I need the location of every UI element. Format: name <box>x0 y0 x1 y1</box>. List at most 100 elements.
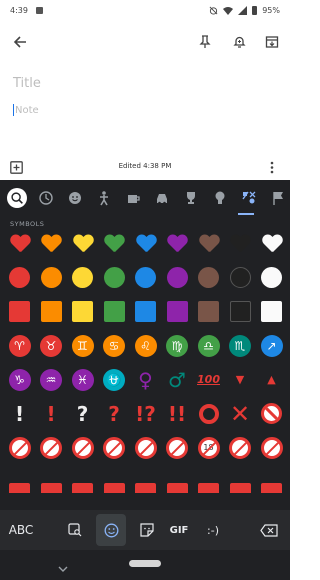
emoji-zodiac-3-2[interactable]: ♊ <box>67 330 98 361</box>
emoji-circle-1-8[interactable] <box>256 262 287 293</box>
emoticon-key[interactable]: :-) <box>200 514 226 546</box>
category-flag[interactable] <box>268 188 288 208</box>
emoji-zodiac-3-5[interactable]: ♍ <box>162 330 193 361</box>
emoji-circle-1-3[interactable] <box>99 262 130 293</box>
emoji-symbol-5-6[interactable] <box>193 398 224 429</box>
emoji-partial[interactable] <box>36 462 67 493</box>
pin-button[interactable] <box>193 30 217 54</box>
emoji-heart-0-7[interactable] <box>225 228 256 259</box>
title-input[interactable]: Title <box>13 76 41 91</box>
emoji-zodiac-3-1[interactable]: ♉ <box>36 330 67 361</box>
emoji-symbol-5-8[interactable] <box>256 398 287 429</box>
emoji-zodiac-3-0[interactable]: ♈ <box>4 330 35 361</box>
category-symbols[interactable] <box>239 188 259 208</box>
emoji-symbol-5-0[interactable]: ! <box>4 398 35 429</box>
gif-key[interactable]: GIF <box>166 514 192 546</box>
emoji-symbol-5-5[interactable]: !! <box>162 398 193 429</box>
emoji-zodiac-3-7[interactable]: ♏ <box>225 330 256 361</box>
emoji-symbol-5-1[interactable]: ! <box>36 398 67 429</box>
category-smiley[interactable] <box>65 188 85 208</box>
emoji-symbol-5-3[interactable]: ? <box>99 398 130 429</box>
sticker-search-key[interactable] <box>62 514 88 546</box>
home-pill[interactable] <box>129 560 161 567</box>
abc-key[interactable]: ABC <box>6 514 36 546</box>
emoji-zodiac-3-6[interactable]: ♎ <box>193 330 224 361</box>
category-coffee[interactable] <box>123 188 143 208</box>
emoji-circle-1-4[interactable] <box>130 262 161 293</box>
emoji-prohibited-6-2[interactable] <box>67 432 98 463</box>
emoji-heart-0-3[interactable] <box>99 228 130 259</box>
emoji-heart-0-4[interactable] <box>130 228 161 259</box>
emoji-circle-1-6[interactable] <box>193 262 224 293</box>
emoji-square-2-5[interactable] <box>162 296 193 327</box>
emoji-zodiac-4-1[interactable]: ♒ <box>36 364 67 395</box>
emoji-circle-1-0[interactable] <box>4 262 35 293</box>
category-clock[interactable] <box>36 188 56 208</box>
emoji-square-2-2[interactable] <box>67 296 98 327</box>
emoji-prohibited-6-7[interactable] <box>225 432 256 463</box>
emoji-heart-0-5[interactable] <box>162 228 193 259</box>
emoji-prohibited-6-3[interactable] <box>99 432 130 463</box>
backspace-key[interactable] <box>256 514 282 546</box>
emoji-partial[interactable] <box>225 462 256 493</box>
archive-button[interactable] <box>260 30 284 54</box>
emoji-heart-0-0[interactable] <box>4 228 35 259</box>
emoji-symbol-5-2[interactable]: ? <box>67 398 98 429</box>
emoji-partial[interactable] <box>130 462 161 493</box>
emoji-circle-1-2[interactable] <box>67 262 98 293</box>
emoji-zodiac-4-3[interactable]: ⛎ <box>99 364 130 395</box>
emoji-circle-1-5[interactable] <box>162 262 193 293</box>
emoji-zodiac-4-6[interactable]: 100 <box>193 364 224 395</box>
emoji-partial[interactable] <box>4 462 35 493</box>
emoji-zodiac-3-4[interactable]: ♌ <box>130 330 161 361</box>
emoji-square-2-8[interactable] <box>256 296 287 327</box>
emoji-zodiac-4-8[interactable]: ▲ <box>256 364 287 395</box>
emoji-heart-0-1[interactable] <box>36 228 67 259</box>
category-bulb[interactable] <box>210 188 230 208</box>
emoji-prohibited-6-5[interactable] <box>162 432 193 463</box>
category-trophy[interactable] <box>181 188 201 208</box>
emoji-zodiac-4-4[interactable]: ♀ <box>130 364 161 395</box>
emoji-partial[interactable] <box>99 462 130 493</box>
sticker-key[interactable] <box>134 514 160 546</box>
emoji-prohibited-6-1[interactable] <box>36 432 67 463</box>
emoji-square-2-4[interactable] <box>130 296 161 327</box>
emoji-partial[interactable] <box>67 462 98 493</box>
emoji-zodiac-4-5[interactable]: ♂ <box>162 364 193 395</box>
emoji-circle-1-1[interactable] <box>36 262 67 293</box>
emoji-square-2-3[interactable] <box>99 296 130 327</box>
emoji-partial[interactable] <box>193 462 224 493</box>
reminder-button[interactable] <box>227 30 251 54</box>
emoji-heart-0-2[interactable] <box>67 228 98 259</box>
emoji-prohibited-6-6[interactable]: 18 <box>193 432 224 463</box>
emoji-square-2-0[interactable] <box>4 296 35 327</box>
more-options-button[interactable] <box>270 159 274 178</box>
hide-keyboard-button[interactable] <box>58 558 68 577</box>
category-car[interactable] <box>152 188 172 208</box>
emoji-symbol-5-7[interactable]: ✕ <box>225 398 256 429</box>
emoji-circle-1-7[interactable] <box>225 262 256 293</box>
emoji-square-2-1[interactable] <box>36 296 67 327</box>
emoji-zodiac-4-7[interactable]: ▼ <box>225 364 256 395</box>
emoji-heart-0-6[interactable] <box>193 228 224 259</box>
emoji-square-2-7[interactable] <box>225 296 256 327</box>
emoji-partial[interactable] <box>162 462 193 493</box>
emoji-zodiac-3-8[interactable]: ↗ <box>256 330 287 361</box>
heart-icon <box>230 235 250 253</box>
emoji-prohibited-6-4[interactable] <box>130 432 161 463</box>
emoji-heart-0-8[interactable] <box>256 228 287 259</box>
emoji-zodiac-4-2[interactable]: ♓ <box>67 364 98 395</box>
emoji-square-2-6[interactable] <box>193 296 224 327</box>
emoji-prohibited-6-0[interactable] <box>4 432 35 463</box>
emoji-prohibited-6-8[interactable] <box>256 432 287 463</box>
emoji-symbol-5-4[interactable]: !? <box>130 398 161 429</box>
circle-icon <box>261 267 282 288</box>
back-button[interactable] <box>8 30 32 54</box>
emoji-key[interactable] <box>96 514 126 546</box>
note-input[interactable]: Note <box>13 104 39 116</box>
category-search[interactable] <box>7 188 27 208</box>
category-person[interactable] <box>94 188 114 208</box>
emoji-zodiac-3-3[interactable]: ♋ <box>99 330 130 361</box>
emoji-partial[interactable] <box>256 462 287 493</box>
emoji-zodiac-4-0[interactable]: ♑ <box>4 364 35 395</box>
